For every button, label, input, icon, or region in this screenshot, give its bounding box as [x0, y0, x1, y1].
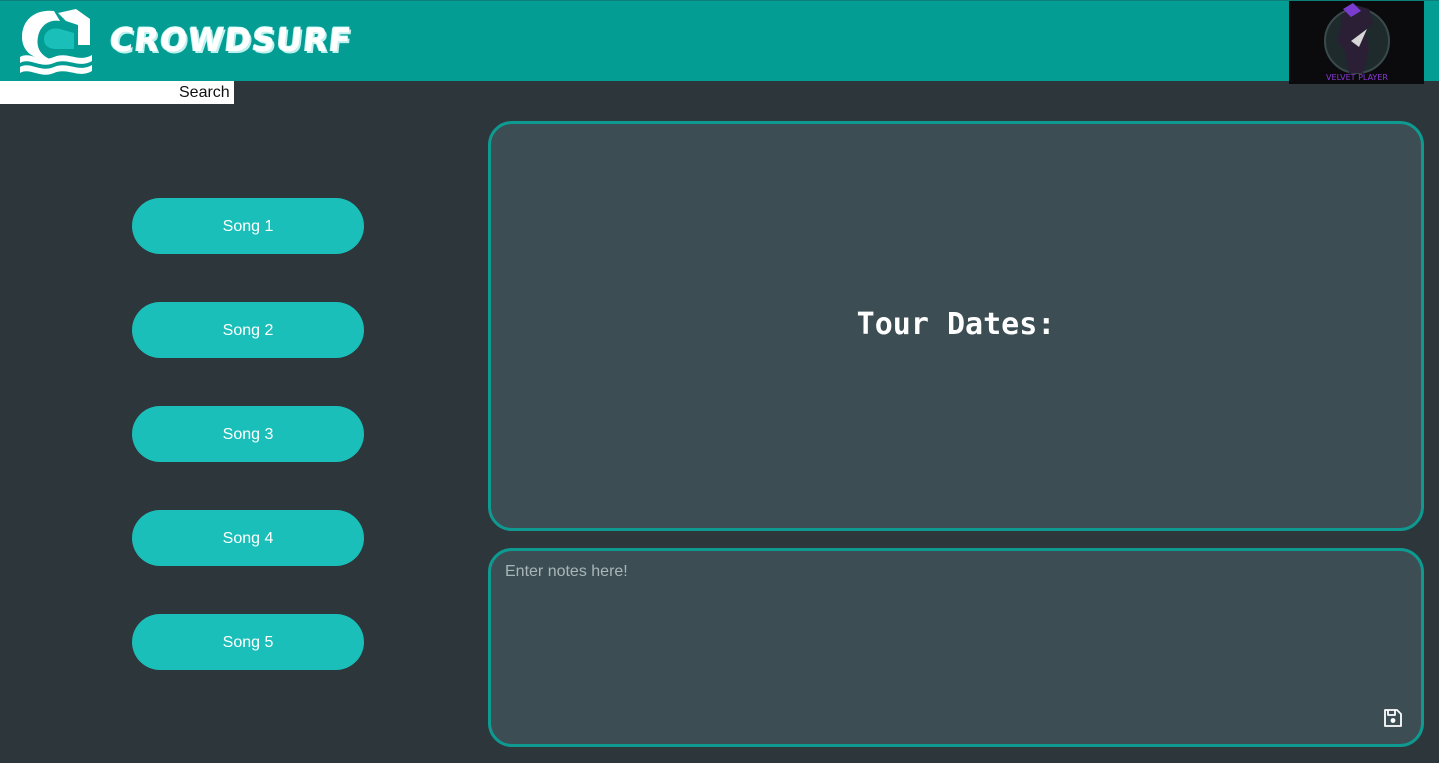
song-button-1[interactable]: Song 1 — [132, 198, 364, 254]
floppy-disk-icon[interactable] — [1381, 706, 1405, 730]
brand-wordmark: CROWDSURF — [108, 21, 354, 59]
tour-dates-panel: Tour Dates: — [488, 121, 1424, 531]
notes-textarea[interactable] — [505, 563, 1365, 713]
song-button-3[interactable]: Song 3 — [132, 406, 364, 462]
wave-house-icon[interactable] — [14, 5, 94, 77]
song-button-2[interactable]: Song 2 — [132, 302, 364, 358]
artist-avatar[interactable]: VELVET PLAYER — [1289, 1, 1424, 84]
avatar-image: VELVET PLAYER — [1289, 1, 1424, 84]
notes-panel — [488, 548, 1424, 747]
top-bar: CROWDSURF VELVET PLAYER — [0, 0, 1439, 84]
tour-dates-title: Tour Dates: — [856, 307, 1056, 342]
avatar-caption: VELVET PLAYER — [1326, 73, 1388, 82]
song-button-4[interactable]: Song 4 — [132, 510, 364, 566]
song-button-5[interactable]: Song 5 — [132, 614, 364, 670]
search-input[interactable] — [0, 81, 175, 104]
search-button[interactable]: Search — [175, 81, 234, 104]
